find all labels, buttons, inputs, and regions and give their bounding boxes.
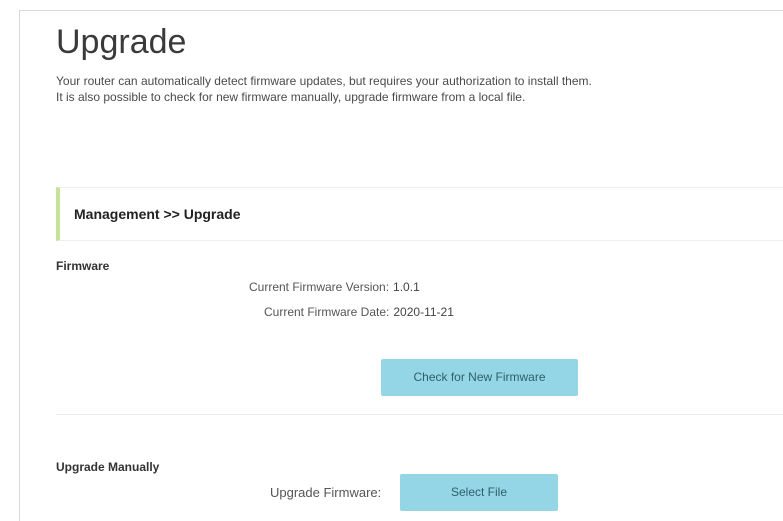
page-title: Upgrade bbox=[56, 23, 187, 61]
firmware-version-label: Current Firmware Version: bbox=[249, 280, 390, 294]
firmware-date-row: Current Firmware Date: 2020-11-21 bbox=[264, 305, 454, 319]
firmware-date-value: 2020-11-21 bbox=[393, 305, 454, 319]
upgrade-manually-group-label: Upgrade Manually bbox=[56, 460, 160, 474]
upgrade-firmware-label: Upgrade Firmware: bbox=[270, 485, 382, 500]
firmware-version-row: Current Firmware Version: 1.0.1 bbox=[249, 280, 420, 294]
check-new-firmware-button[interactable]: Check for New Firmware bbox=[381, 359, 578, 396]
firmware-version-value: 1.0.1 bbox=[393, 280, 420, 294]
breadcrumb: Management >> Upgrade bbox=[74, 206, 241, 222]
section-divider bbox=[56, 414, 783, 415]
select-file-button[interactable]: Select File bbox=[400, 474, 558, 511]
firmware-group-label: Firmware bbox=[56, 259, 110, 273]
description-line-1: Your router can automatically detect fir… bbox=[56, 74, 592, 88]
section-header: Management >> Upgrade bbox=[56, 187, 783, 241]
page-description: Your router can automatically detect fir… bbox=[56, 73, 756, 105]
firmware-date-label: Current Firmware Date: bbox=[264, 305, 390, 319]
description-line-2: It is also possible to check for new fir… bbox=[56, 90, 526, 104]
content-panel: Upgrade Your router can automatically de… bbox=[19, 10, 783, 521]
